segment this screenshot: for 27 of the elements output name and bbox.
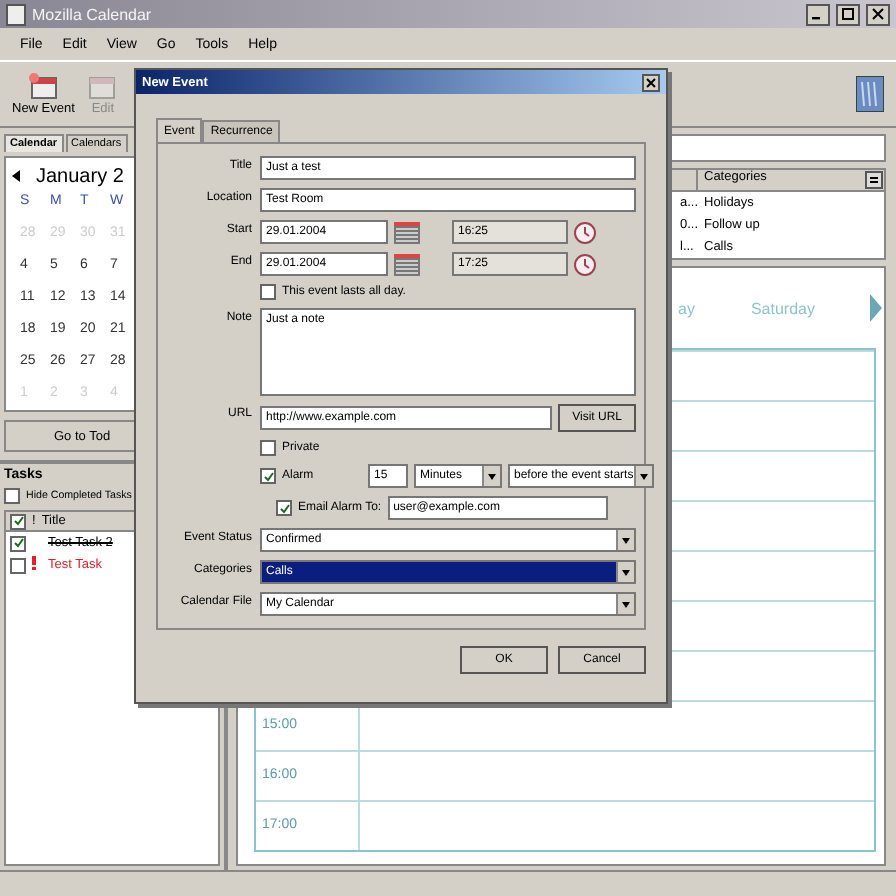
close-button[interactable] — [642, 73, 660, 91]
calendar-icon[interactable] — [394, 253, 420, 275]
edit-icon — [86, 72, 119, 100]
clock-icon[interactable] — [574, 253, 596, 275]
completed-column-icon[interactable] — [10, 513, 26, 529]
checkbox[interactable] — [276, 500, 292, 516]
new-event-icon — [27, 72, 60, 100]
task-checkbox[interactable] — [10, 535, 26, 551]
day-header: ay — [678, 299, 695, 317]
minimize-icon[interactable] — [806, 3, 830, 25]
next-day-icon[interactable] — [870, 294, 883, 322]
app-icon — [6, 3, 26, 25]
checkbox[interactable] — [260, 440, 276, 456]
checkbox[interactable] — [260, 284, 276, 300]
maximize-icon[interactable] — [836, 3, 860, 25]
column-picker-icon[interactable] — [864, 170, 884, 190]
task-checkbox[interactable] — [10, 557, 26, 573]
checkbox[interactable] — [260, 468, 276, 484]
checkbox[interactable] — [4, 488, 20, 504]
window-title: Mozilla Calendar — [32, 5, 152, 23]
day-header: Saturday — [750, 299, 815, 317]
close-icon[interactable] — [866, 3, 890, 25]
calendar-view-icon[interactable] — [856, 76, 884, 112]
calendar-icon[interactable] — [394, 221, 420, 243]
clock-icon[interactable] — [574, 221, 596, 243]
month-title: January 2 — [36, 165, 124, 187]
previous-month-icon[interactable] — [12, 170, 20, 182]
